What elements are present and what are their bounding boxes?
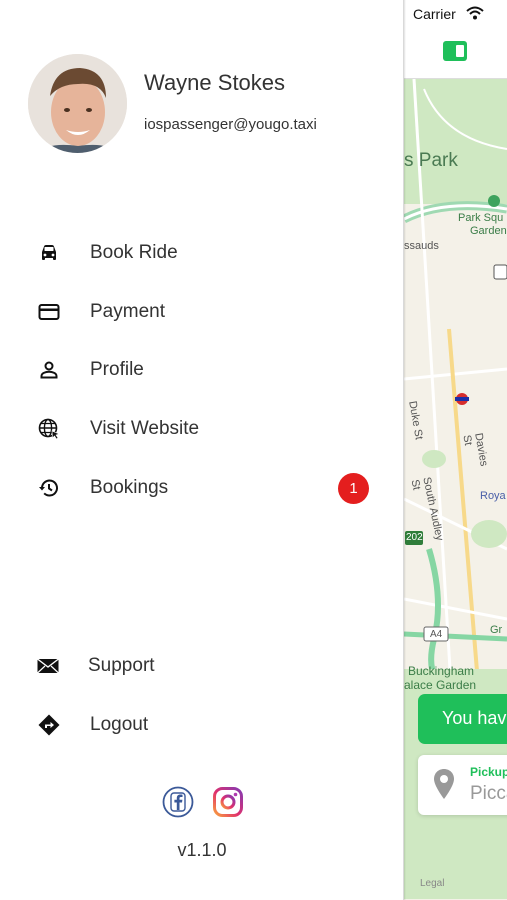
map-label-garden: Garden <box>470 225 507 237</box>
instagram-icon[interactable] <box>212 786 244 818</box>
car-icon <box>42 245 56 260</box>
history-icon <box>39 479 58 497</box>
wifi-icon <box>466 6 484 20</box>
menu-item-support[interactable]: Support <box>0 643 404 689</box>
credit-card-icon <box>38 304 60 320</box>
map-label-gr: Gr <box>490 624 503 636</box>
menu-item-label: Payment <box>90 301 165 322</box>
menu-toggle-icon[interactable] <box>442 40 468 62</box>
app-version: v1.1.0 <box>177 840 227 860</box>
menu-item-label: Profile <box>90 359 144 380</box>
menu-item-book-ride[interactable]: Book Ride <box>0 230 404 276</box>
map-label-palace-garden: alace Garden <box>404 678 477 692</box>
background-map-screen: Carrier s Park Park Squ Garden ssauds Du… <box>404 0 507 900</box>
navigation-bar <box>404 28 507 79</box>
menu-item-label: Visit Website <box>90 418 200 439</box>
map-label-buckingham: Buckingham <box>408 664 475 678</box>
menu-item-label: Logout <box>90 714 149 735</box>
menu-item-label: Book Ride <box>90 242 178 263</box>
map-label-park-square: Park Squ <box>458 212 504 224</box>
directions-icon <box>38 714 60 736</box>
menu-item-visit-website[interactable]: Visit Website <box>0 406 404 452</box>
person-icon <box>40 361 58 379</box>
pickup-card[interactable]: Pickup Picca <box>418 755 507 815</box>
map-label-ssauds: ssauds <box>404 240 439 252</box>
banner-text: You hav <box>442 708 507 728</box>
menu-item-payment[interactable]: Payment <box>0 289 404 335</box>
map-label-legal: Legal <box>420 878 445 889</box>
menu-item-label: Bookings <box>90 477 169 498</box>
drawer-shadow <box>403 0 406 900</box>
pickup-value: Picca <box>470 783 507 804</box>
menu-item-profile[interactable]: Profile <box>0 347 404 393</box>
globe-icon <box>38 418 60 440</box>
envelope-icon <box>37 658 59 674</box>
notification-badge: 1 <box>338 473 369 504</box>
status-bar: Carrier <box>404 0 507 28</box>
carrier-label: Carrier <box>413 6 456 22</box>
menu-item-logout[interactable]: Logout <box>0 702 404 748</box>
map-label-roya: Roya <box>480 490 506 502</box>
menu-item-bookings[interactable]: Bookings 1 <box>0 465 404 511</box>
user-name: Wayne Stokes <box>144 70 286 95</box>
menu-item-label: Support <box>88 655 155 676</box>
pickup-label: Pickup <box>470 765 507 779</box>
map-label-park: s Park <box>404 150 458 171</box>
map-label-a4: A4 <box>430 629 443 640</box>
location-pin-icon <box>434 769 454 799</box>
avatar[interactable] <box>28 54 127 153</box>
map-label-road-202: 202 <box>406 532 423 543</box>
facebook-icon[interactable] <box>162 786 194 818</box>
notification-banner[interactable]: You hav <box>418 694 507 744</box>
side-drawer: Wayne Stokes iospassenger@yougo.taxi Boo… <box>0 0 404 900</box>
user-email: iospassenger@yougo.taxi <box>144 116 317 133</box>
